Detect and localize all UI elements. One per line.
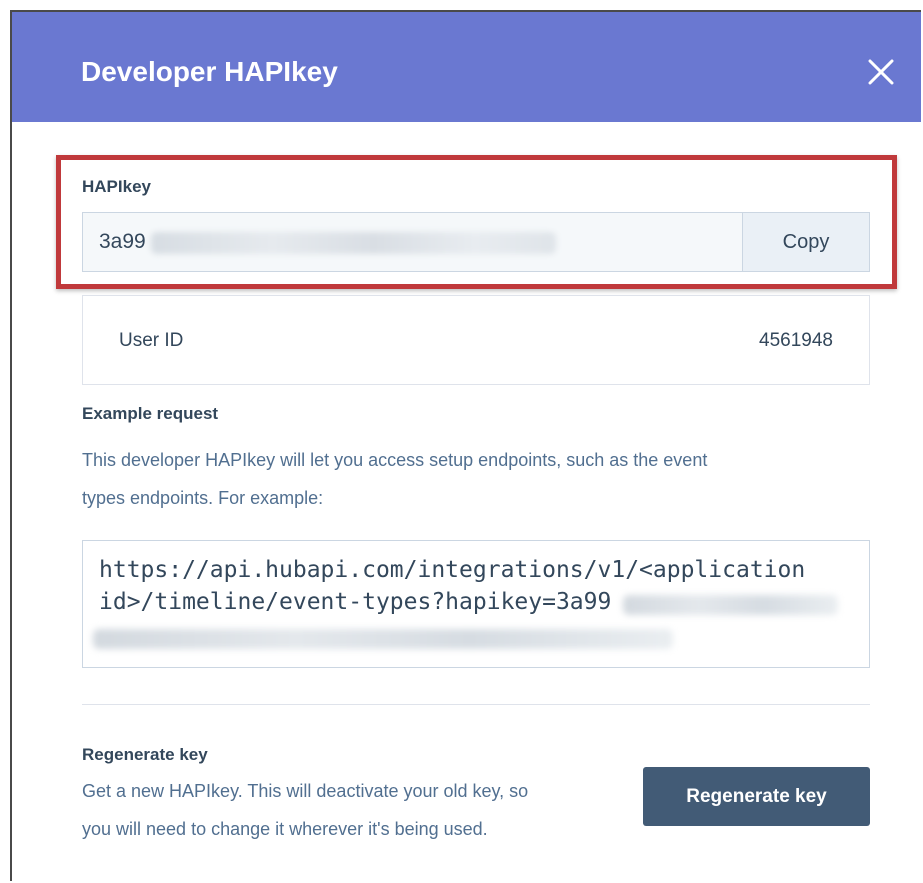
example-description-line-1: This developer HAPIkey will let you acce… — [82, 450, 708, 470]
example-description-line-2: types endpoints. For example: — [82, 488, 324, 508]
user-id-box: User ID 4561948 — [82, 295, 870, 385]
close-icon[interactable] — [864, 55, 898, 89]
example-request-code[interactable]: https://api.hubapi.com/integrations/v1/<… — [82, 540, 870, 668]
hapikey-highlight-box — [56, 155, 897, 289]
code-line-2: id>/timeline/event-types?hapikey=3a99 — [99, 589, 612, 615]
modal-title: Developer HAPIkey — [81, 56, 338, 87]
regenerate-description-line-1: Get a new HAPIkey. This will deactivate … — [82, 781, 529, 801]
code-redacted-blur-2 — [93, 629, 673, 649]
developer-hapikey-modal: Developer HAPIkey HAPIkey 3a99 Copy User… — [10, 10, 921, 881]
regenerate-description-line-2: you will need to change it wherever it's… — [82, 819, 488, 839]
example-request-heading: Example request — [82, 404, 219, 423]
code-line-1: https://api.hubapi.com/integrations/v1/<… — [99, 557, 806, 583]
modal-header: Developer HAPIkey — [12, 12, 921, 122]
code-redacted-blur-1 — [623, 595, 838, 615]
regenerate-key-heading: Regenerate key — [82, 745, 208, 764]
regenerate-key-button[interactable]: Regenerate key — [643, 767, 870, 826]
user-id-label: User ID — [119, 330, 184, 351]
section-divider — [82, 704, 870, 705]
user-id-value: 4561948 — [759, 330, 833, 351]
